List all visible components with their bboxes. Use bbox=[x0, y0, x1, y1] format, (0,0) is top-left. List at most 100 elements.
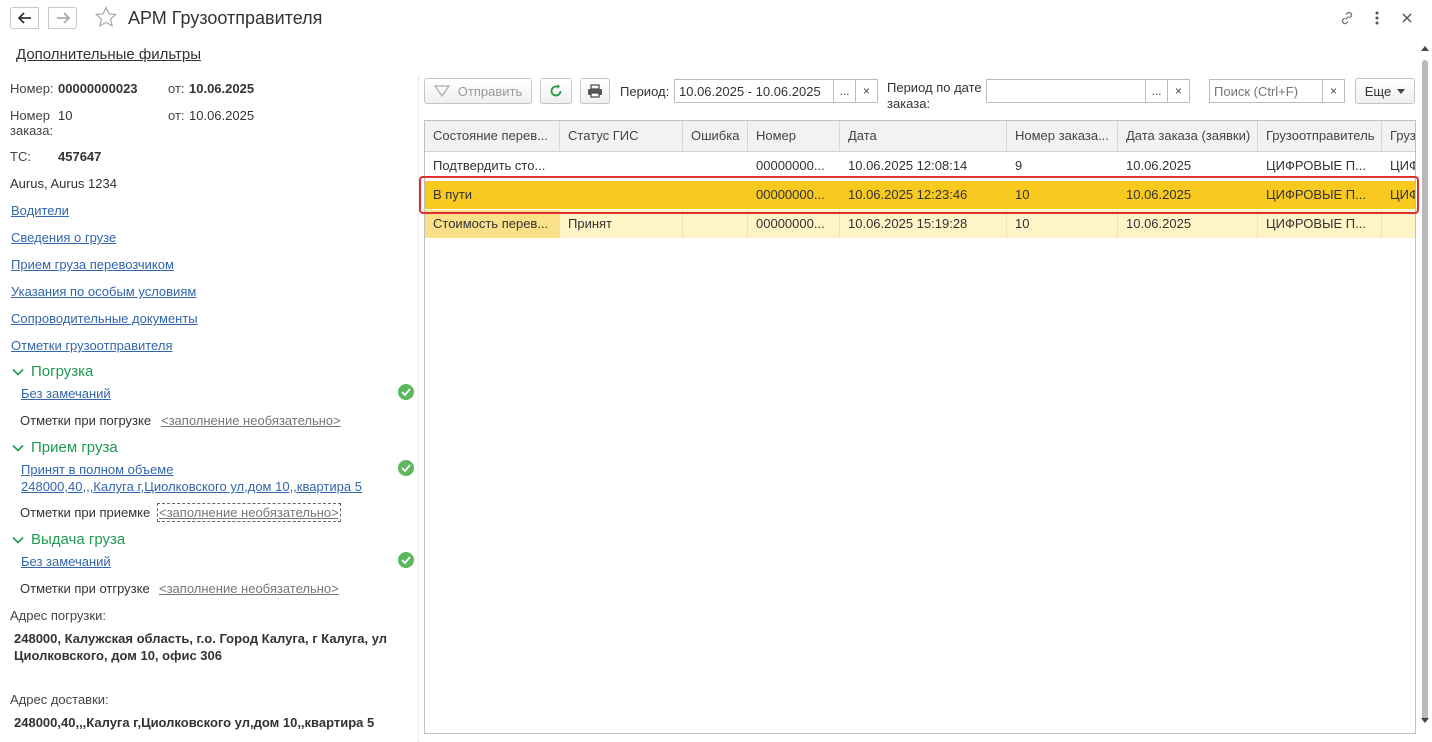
column-header-number[interactable]: Номер bbox=[748, 121, 840, 152]
cell-gis-status bbox=[560, 152, 683, 180]
cell-error bbox=[683, 181, 748, 209]
cell-date: 10.06.2025 15:19:28 bbox=[840, 210, 1007, 238]
special-conditions-link[interactable]: Указания по особым условиям bbox=[11, 284, 196, 299]
additional-filters-link[interactable]: Дополнительные фильтры bbox=[16, 46, 201, 63]
period-order-select-button[interactable]: ... bbox=[1146, 79, 1168, 103]
column-header-order-number[interactable]: Номер заказа... bbox=[1007, 121, 1118, 152]
table-row-selected[interactable]: В пути 00000000... 10.06.2025 12:23:46 1… bbox=[425, 181, 1415, 209]
scrollbar-thumb[interactable] bbox=[1422, 60, 1428, 720]
order-label-line1: Номер bbox=[10, 108, 51, 123]
order-label-line2: заказа: bbox=[10, 123, 54, 138]
loading-status-link[interactable]: Без замечаний bbox=[21, 386, 111, 401]
period-input[interactable]: 10.06.2025 - 10.06.2025 bbox=[674, 79, 834, 103]
loading-marks-label: Отметки при погрузке bbox=[20, 413, 152, 428]
period-clear-button[interactable]: × bbox=[856, 79, 878, 103]
order-from-label: от: bbox=[168, 108, 185, 123]
scroll-up-icon[interactable] bbox=[1421, 46, 1429, 51]
period-order-label-line1: Период по дате bbox=[887, 80, 982, 95]
delivery-status-link[interactable]: Без замечаний bbox=[21, 554, 111, 569]
load-address-line2: Циолковского, дом 10, офис 306 bbox=[14, 648, 222, 663]
period-label: Период: bbox=[620, 84, 670, 99]
loading-section-title[interactable]: Погрузка bbox=[31, 363, 93, 380]
arrow-left-icon bbox=[17, 12, 31, 24]
delivery-section-title[interactable]: Выдача груза bbox=[31, 531, 125, 548]
table-row[interactable]: Стоимость перев... Принят 00000000... 10… bbox=[425, 210, 1415, 238]
period-order-clear-button[interactable]: × bbox=[1168, 79, 1190, 103]
cell-order-number: 10 bbox=[1007, 210, 1118, 238]
order-value: 10 bbox=[58, 108, 73, 123]
star-icon[interactable] bbox=[94, 5, 118, 29]
delivery-marks-input[interactable]: <заполнение необязательно> bbox=[159, 581, 339, 596]
column-header-date[interactable]: Дата bbox=[840, 121, 1007, 152]
column-header-gis-status[interactable]: Статус ГИС bbox=[560, 121, 683, 152]
scroll-down-icon[interactable] bbox=[1421, 718, 1429, 723]
delivery-address-label: Адрес доставки: bbox=[10, 692, 109, 707]
back-button[interactable] bbox=[10, 7, 39, 29]
table-row[interactable]: Подтвердить сто... 00000000... 10.06.202… bbox=[425, 152, 1416, 180]
column-header-transport-state[interactable]: Состояние перев... bbox=[425, 121, 560, 152]
cell-order-date: 10.06.2025 bbox=[1118, 210, 1258, 238]
drivers-link[interactable]: Водители bbox=[11, 203, 69, 218]
more-button-label: Еще bbox=[1364, 83, 1392, 99]
more-vertical-icon[interactable] bbox=[1368, 9, 1386, 27]
search-input[interactable] bbox=[1209, 79, 1323, 103]
period-order-input[interactable] bbox=[986, 79, 1146, 103]
cell-number: 00000000... bbox=[756, 158, 825, 173]
cargo-info-link[interactable]: Сведения о грузе bbox=[11, 230, 116, 245]
chevron-down-icon[interactable] bbox=[11, 441, 25, 455]
column-header-error[interactable]: Ошибка bbox=[683, 121, 748, 152]
check-icon bbox=[398, 384, 414, 400]
column-header-order-date[interactable]: Дата заказа (заявки) bbox=[1118, 121, 1258, 152]
carrier-acceptance-link[interactable]: Прием груза перевозчиком bbox=[11, 257, 174, 272]
cell-transport-state: Стоимость перев... bbox=[425, 210, 560, 238]
load-address-label: Адрес погрузки: bbox=[10, 608, 106, 623]
cell-number: 00000000... bbox=[756, 187, 825, 202]
search-clear-button[interactable]: × bbox=[1323, 79, 1345, 103]
delivery-marks-label: Отметки при отгрузке bbox=[20, 581, 150, 596]
check-icon bbox=[398, 552, 414, 568]
cell-transport-state: Подтвердить сто... bbox=[433, 158, 546, 173]
cell-order-number: 9 bbox=[1015, 158, 1023, 173]
refresh-button[interactable] bbox=[540, 78, 572, 104]
link-icon[interactable] bbox=[1338, 9, 1356, 27]
column-header-shipper[interactable]: Грузоотправитель bbox=[1258, 121, 1382, 152]
column-header-cargo[interactable]: Груз bbox=[1382, 121, 1415, 152]
ts-label: ТС: bbox=[10, 149, 31, 164]
documents-table: Состояние перев... Статус ГИС Ошибка Ном… bbox=[424, 120, 1416, 734]
forward-button[interactable] bbox=[48, 7, 77, 29]
vertical-scrollbar[interactable] bbox=[1418, 40, 1432, 734]
from-value: 10.06.2025 bbox=[189, 81, 255, 96]
print-button[interactable] bbox=[580, 78, 610, 104]
chevron-down-icon[interactable] bbox=[11, 365, 25, 379]
check-icon bbox=[398, 460, 414, 476]
ts-value: 457647 bbox=[58, 149, 102, 164]
chevron-down-icon[interactable] bbox=[11, 533, 25, 547]
cell-error bbox=[683, 210, 748, 238]
cell-order-date: 10.06.2025 bbox=[1126, 158, 1192, 173]
vehicle-text: Aurus, Aurus 1234 bbox=[10, 176, 117, 191]
table-header: Состояние перев... Статус ГИС Ошибка Ном… bbox=[425, 121, 1415, 152]
close-icon[interactable] bbox=[1398, 9, 1416, 27]
cell-gis-status: Принят bbox=[560, 210, 683, 238]
more-button[interactable]: Еще bbox=[1355, 78, 1415, 104]
send-button[interactable]: Отправить bbox=[424, 78, 532, 104]
shipper-marks-link[interactable]: Отметки грузоотправителя bbox=[11, 338, 172, 353]
loading-marks-input[interactable]: <заполнение необязательно> bbox=[161, 413, 341, 428]
panel-divider[interactable] bbox=[418, 76, 419, 742]
receipt-marks-input[interactable]: <заполнение необязательно> bbox=[157, 503, 341, 522]
period-select-button[interactable]: ... bbox=[834, 79, 856, 103]
refresh-icon bbox=[550, 84, 562, 97]
send-icon bbox=[433, 85, 450, 97]
cell-cargo: ЦИФ bbox=[1390, 158, 1416, 173]
cell-shipper: ЦИФРОВЫЕ П... bbox=[1266, 158, 1366, 173]
receipt-address-link[interactable]: 248000,40,,,Калуга г,Циолковского ул,дом… bbox=[21, 479, 362, 494]
receipt-status-link[interactable]: Принят в полном объеме bbox=[21, 462, 173, 477]
cell-order-number: 10 bbox=[1015, 187, 1030, 202]
left-panel: Номер: 00000000023 от: 10.06.2025 Номер … bbox=[0, 70, 420, 742]
cell-order-date: 10.06.2025 bbox=[1126, 187, 1192, 202]
cell-transport-state: В пути bbox=[433, 187, 473, 202]
send-button-label: Отправить bbox=[457, 83, 523, 99]
receipt-section-title[interactable]: Прием груза bbox=[31, 439, 118, 456]
accompanying-docs-link[interactable]: Сопроводительные документы bbox=[11, 311, 198, 326]
number-value: 00000000023 bbox=[58, 81, 138, 96]
